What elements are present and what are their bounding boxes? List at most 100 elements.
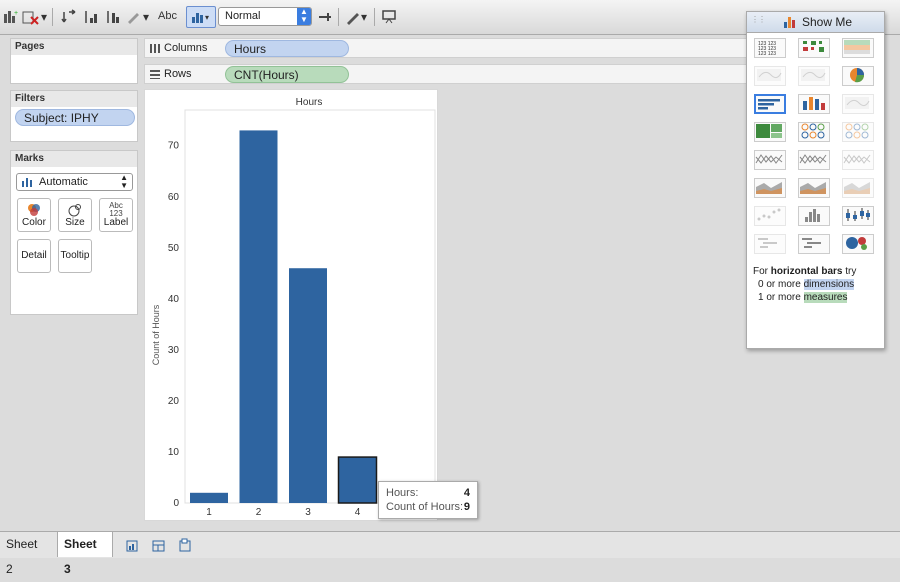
y-tick-label: 40: [168, 294, 180, 305]
y-tick-label: 70: [168, 141, 180, 152]
bar-2[interactable]: [239, 130, 278, 503]
dual-lines-icon[interactable]: [842, 150, 874, 170]
y-tick-label: 60: [168, 192, 180, 203]
side-by-side-bars-icon[interactable]: [842, 94, 874, 114]
rows-pill-cnt-hours[interactable]: CNT(Hours): [225, 66, 349, 83]
bar-chart-icon: [22, 178, 32, 187]
x-tick-label: 4: [355, 507, 361, 518]
bar-3[interactable]: [289, 268, 327, 503]
presentation-icon[interactable]: [380, 8, 398, 26]
text-table-icon[interactable]: 123 123 123 123 123 123: [754, 38, 786, 58]
filters-title: Filters: [11, 91, 137, 107]
fit-select[interactable]: Normal ▲ ▼: [218, 7, 312, 26]
chart-title: Hours: [296, 97, 323, 108]
tooltip-hours-label: Hours:: [386, 487, 419, 499]
area-continuous-icon[interactable]: [754, 178, 786, 198]
tab-sheet-3[interactable]: Sheet 3: [57, 532, 113, 576]
label-text-icon: Abc 123: [109, 201, 123, 218]
color-icon: [28, 204, 40, 216]
labels-toggle[interactable]: Abc: [158, 10, 177, 22]
x-tick-label: 1: [206, 507, 212, 518]
swap-icon[interactable]: [60, 8, 78, 26]
pages-title: Pages: [11, 39, 137, 55]
chevron-down-icon[interactable]: ▾: [40, 8, 48, 26]
mark-type-select[interactable]: Automatic ▲ ▼: [16, 173, 133, 191]
grip-icon: ⋮⋮: [751, 15, 766, 24]
new-story-icon[interactable]: [176, 536, 194, 554]
detail-button[interactable]: Detail: [17, 239, 51, 273]
show-me-icon: ▾: [192, 13, 209, 23]
columns-pill-hours[interactable]: Hours: [225, 40, 349, 57]
scatter-plot-icon[interactable]: [754, 206, 786, 226]
bullet-graph-icon[interactable]: [798, 234, 830, 254]
bar-1[interactable]: [190, 492, 228, 503]
stacked-bars-icon[interactable]: [798, 94, 830, 114]
bar-chart[interactable]: Hours Count of Hours 0 10 20 30 40 50 60 70 1 2 3…: [145, 90, 437, 520]
rows-label: Rows: [164, 68, 192, 80]
sort-ascending-icon[interactable]: [82, 8, 100, 26]
sort-descending-icon[interactable]: [104, 8, 122, 26]
box-whisker-icon[interactable]: [842, 206, 874, 226]
horizontal-bars-icon[interactable]: [754, 94, 786, 114]
mark-type-value: Automatic: [39, 176, 88, 188]
filled-map-icon[interactable]: [798, 66, 830, 86]
treemap-icon[interactable]: [754, 122, 786, 142]
color-button[interactable]: Color: [17, 198, 51, 232]
new-worksheet-icon[interactable]: [124, 536, 142, 554]
tooltip-count-label: Count of Hours:: [386, 501, 464, 513]
continuous-lines-icon[interactable]: [754, 150, 786, 170]
chevron-down-icon[interactable]: ▾: [142, 8, 150, 26]
tab-sheet-2[interactable]: Sheet 2: [0, 532, 52, 576]
show-me-button[interactable]: ▾: [186, 6, 216, 28]
highlight-table-icon[interactable]: [842, 38, 874, 58]
y-tick-label: 50: [168, 243, 180, 254]
discrete-lines-icon[interactable]: [798, 150, 830, 170]
tooltip-label: Tooltip: [60, 250, 90, 261]
label-button[interactable]: Abc 123 Label: [99, 198, 133, 232]
y-tick-label: 30: [168, 345, 180, 356]
size-icon: [68, 204, 81, 217]
area-discrete-icon[interactable]: [798, 178, 830, 198]
detail-label: Detail: [21, 250, 47, 261]
histogram-icon[interactable]: [798, 206, 830, 226]
circle-views-icon[interactable]: [798, 122, 830, 142]
chart-view: Hours Count of Hours 0 10 20 30 40 50 60 70 1 2 3…: [144, 89, 438, 521]
heat-map-icon[interactable]: [798, 38, 830, 58]
symbol-map-icon[interactable]: [754, 66, 786, 86]
chevron-down-icon[interactable]: ▾: [360, 8, 368, 26]
clear-sheet-icon[interactable]: [22, 8, 40, 26]
packed-bubbles-icon[interactable]: [842, 234, 874, 254]
dual-combination-icon[interactable]: [842, 178, 874, 198]
tooltip-hours-value: 4: [463, 487, 470, 499]
size-button[interactable]: Size: [58, 198, 92, 232]
y-tick-label: 20: [168, 396, 180, 407]
columns-label: Columns: [164, 42, 208, 54]
marks-title: Marks: [11, 151, 137, 167]
highlight-icon[interactable]: [124, 8, 142, 26]
show-me-header[interactable]: ⋮⋮ Show Me: [747, 12, 884, 33]
fix-axes-icon[interactable]: [316, 8, 334, 26]
show-me-title: Show Me: [802, 15, 853, 29]
label-label: Label: [103, 217, 129, 228]
y-axis: 0 10 20 30 40 50 60 70: [168, 141, 180, 509]
x-tick-label: 3: [305, 507, 311, 518]
size-label: Size: [65, 217, 85, 228]
gantt-chart-icon[interactable]: [754, 234, 786, 254]
new-dashboard-icon[interactable]: [150, 536, 168, 554]
columns-icon: [150, 44, 160, 53]
side-by-side-circles-icon[interactable]: [842, 122, 874, 142]
show-me-panel: ⋮⋮ Show Me 123 123 123 123 123 123 For hor…: [746, 11, 885, 349]
filter-pill-subject[interactable]: Subject: IPHY: [15, 109, 135, 126]
tooltip-button[interactable]: Tooltip: [58, 239, 92, 273]
bar-4[interactable]: [337, 456, 378, 504]
show-me-hint: For horizontal bars try 0 or more dimens…: [753, 265, 881, 304]
svg-text:123 123: 123 123: [758, 51, 776, 55]
tooltip-count-value: 9: [463, 501, 470, 513]
svg-text:▾: ▾: [205, 13, 209, 22]
req1-key: dimensions: [803, 279, 855, 290]
x-tick-label: 2: [256, 507, 262, 518]
x-axis: 1 2 3 4: [206, 507, 361, 518]
pie-chart-icon[interactable]: [842, 66, 874, 86]
new-worksheet-icon[interactable]: +: [2, 8, 20, 26]
sheet-tabs: Sheet 2 Sheet 3: [0, 531, 900, 576]
